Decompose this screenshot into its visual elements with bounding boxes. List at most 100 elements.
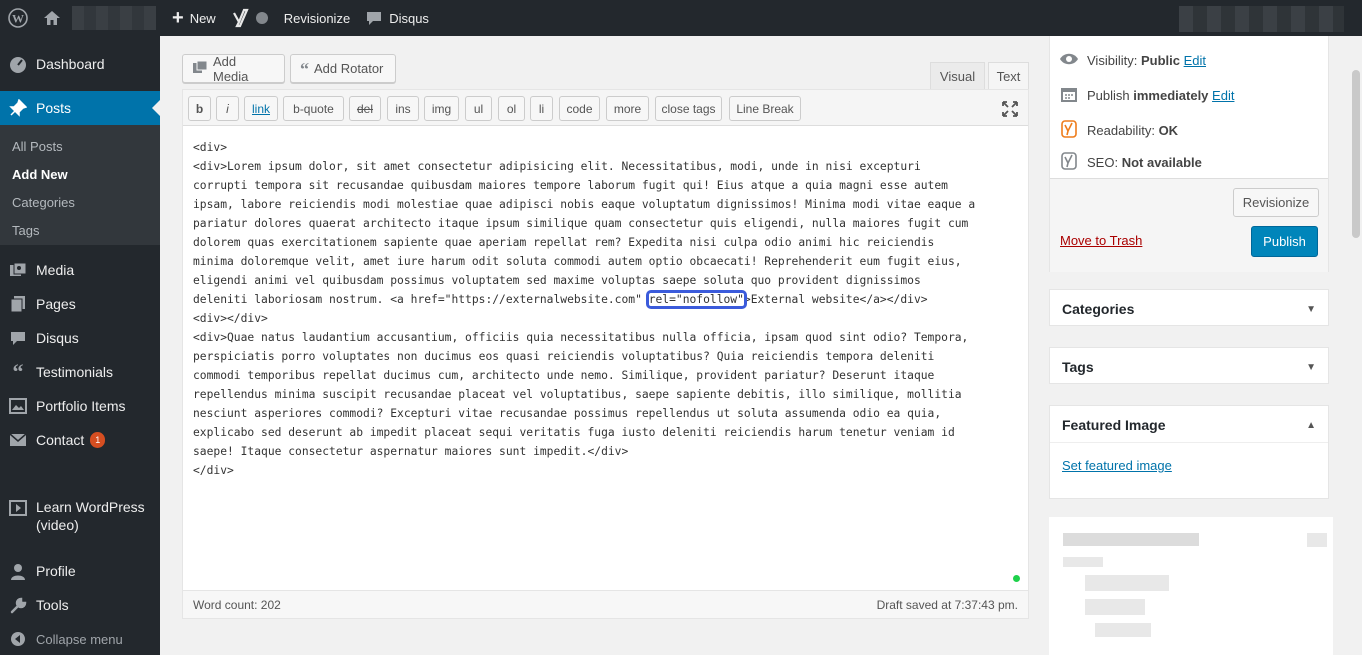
sidebar-item-label: Dashboard — [36, 56, 105, 72]
featured-image-box: Featured Image ▲ Set featured image — [1049, 405, 1329, 499]
user-account-blurred[interactable] — [1179, 6, 1344, 32]
categories-box[interactable]: Categories ▼ — [1049, 289, 1329, 326]
tags-box[interactable]: Tags ▼ — [1049, 347, 1329, 384]
toggle-down-icon[interactable]: ▼ — [1306, 304, 1316, 315]
grammarly-status-dot[interactable] — [1013, 575, 1020, 582]
quicktag-img[interactable]: img — [424, 96, 459, 121]
code-line: <div></div> — [193, 312, 268, 325]
quicktag-bold[interactable]: b — [188, 96, 211, 121]
code-line: eligendi animi vel quibusdam possimus vo… — [193, 274, 921, 287]
move-to-trash-link[interactable]: Move to Trash — [1060, 233, 1142, 248]
seo-row: SEO: Not available — [1059, 152, 1202, 173]
pages-icon — [0, 295, 36, 313]
publish-value: immediately — [1133, 88, 1209, 103]
sidebar-item-tools[interactable]: Tools — [0, 595, 160, 615]
sidebar-item-learn-wordpress[interactable]: Learn WordPress (video) — [0, 498, 160, 536]
site-name-blurred[interactable] — [72, 6, 156, 30]
sidebar-item-dashboard[interactable]: Dashboard — [0, 54, 160, 74]
sidebar-item-pages[interactable]: Pages — [0, 294, 160, 314]
submenu-all-posts[interactable]: All Posts — [12, 139, 63, 154]
blurred-content — [1085, 599, 1145, 615]
revisionize-label: Revisionize — [283, 10, 351, 26]
add-media-button[interactable]: Add Media — [182, 54, 285, 84]
revisionize-menu[interactable]: Revisionize — [276, 0, 358, 36]
code-line: minima doloremque velit, amet iure harum… — [193, 255, 962, 268]
disqus-menu[interactable]: Disqus — [358, 0, 437, 36]
svg-text:W: W — [12, 12, 24, 26]
word-count: Word count: 202 — [193, 597, 281, 612]
sidebar-item-media[interactable]: Media — [0, 260, 160, 280]
blurred-content — [1095, 623, 1151, 637]
quicktag-italic[interactable]: i — [216, 96, 239, 121]
draft-saved-status: Draft saved at 7:37:43 pm. — [876, 597, 1018, 612]
quicktags-toolbar: b i link b-quote del ins img ul ol li co… — [183, 90, 1028, 126]
toggle-up-icon[interactable]: ▲ — [1306, 420, 1316, 431]
nofollow-highlight: rel="nofollow" — [645, 290, 747, 309]
scrollbar-thumb[interactable] — [1352, 70, 1360, 238]
revisionize-button[interactable]: Revisionize — [1233, 188, 1319, 217]
wrench-icon — [0, 597, 36, 614]
divider — [1050, 442, 1328, 443]
quicktag-more[interactable]: more — [606, 96, 649, 121]
quicktag-del[interactable]: del — [349, 96, 381, 121]
edit-publish-date-link[interactable]: Edit — [1212, 88, 1234, 103]
sidebar-item-label: Posts — [36, 100, 72, 116]
code-line: <div> — [193, 141, 228, 154]
quicktag-ins[interactable]: ins — [387, 96, 419, 121]
tab-visual[interactable]: Visual — [930, 62, 985, 89]
fullscreen-icon[interactable] — [1000, 99, 1020, 119]
yoast-menu[interactable] — [224, 0, 276, 36]
quicktag-line-break[interactable]: Line Break — [729, 96, 801, 121]
tab-text[interactable]: Text — [988, 62, 1029, 89]
envelope-icon — [0, 433, 36, 447]
blurred-metabox — [1049, 517, 1333, 655]
submenu-categories[interactable]: Categories — [12, 195, 75, 210]
code-line: <div>Lorem ipsum dolor, sit amet consect… — [193, 160, 921, 173]
quicktag-code[interactable]: code — [559, 96, 600, 121]
posts-submenu: All Posts Add New Categories Tags — [0, 125, 160, 245]
sidebar-item-contact[interactable]: Contact 1 — [0, 430, 160, 450]
sidebar-item-label: Tools — [36, 597, 69, 613]
set-featured-image-link[interactable]: Set featured image — [1062, 458, 1172, 473]
blurred-content — [1307, 533, 1327, 547]
quicktag-ul[interactable]: ul — [465, 96, 492, 121]
submenu-tags[interactable]: Tags — [12, 223, 39, 238]
quicktag-link[interactable]: link — [244, 96, 278, 121]
quicktag-close-tags[interactable]: close tags — [655, 96, 722, 121]
quicktag-blockquote[interactable]: b-quote — [283, 96, 344, 121]
collapse-menu-button[interactable]: Collapse menu — [0, 629, 160, 649]
categories-title: Categories — [1062, 301, 1135, 317]
calendar-icon — [1059, 86, 1079, 105]
sidebar-item-portfolio[interactable]: Portfolio Items — [0, 396, 160, 416]
code-textarea[interactable]: <div> <div>Lorem ipsum dolor, sit amet co… — [193, 138, 1023, 480]
quicktag-li[interactable]: li — [530, 96, 553, 121]
sidebar-item-testimonials[interactable]: “ Testimonials — [0, 361, 160, 383]
edit-visibility-link[interactable]: Edit — [1184, 53, 1206, 68]
code-line: saepe! Itaque consectetur aspernatur mai… — [193, 445, 629, 458]
sidebar-item-label: Media — [36, 262, 75, 278]
quicktag-ol[interactable]: ol — [498, 96, 525, 121]
sidebar-item-label: Testimonials — [36, 364, 114, 380]
code-line: dolorem quas exercitationem sapiente qua… — [193, 236, 935, 249]
code-segment: >External website</a></div> — [743, 293, 928, 306]
new-content-menu[interactable]: + New — [164, 0, 224, 36]
toggle-down-icon[interactable]: ▼ — [1306, 362, 1316, 373]
wordpress-logo-icon[interactable]: W — [0, 0, 36, 36]
publish-button[interactable]: Publish — [1251, 226, 1318, 257]
portfolio-icon — [0, 398, 36, 414]
code-line: explicabo sed deserunt ab impedit placea… — [193, 426, 955, 439]
home-icon[interactable] — [36, 0, 68, 36]
code-line: commodi temporibus repellat ducimus cum,… — [193, 369, 935, 382]
featured-image-title: Featured Image — [1062, 417, 1166, 433]
seo-value: Not available — [1121, 155, 1202, 170]
code-line: repellendus minima suscipit recusandae p… — [193, 388, 962, 401]
add-rotator-button[interactable]: “ Add Rotator — [290, 54, 396, 83]
code-segment: deleniti laboriosam nostrum. <a href="ht… — [193, 293, 649, 306]
publish-date-row: Publish immediately Edit — [1059, 86, 1234, 105]
sidebar-item-profile[interactable]: Profile — [0, 561, 160, 581]
sidebar-item-disqus[interactable]: Disqus — [0, 328, 160, 348]
sidebar-item-posts[interactable]: Posts — [0, 91, 160, 125]
submenu-add-new[interactable]: Add New — [12, 167, 68, 182]
code-line: deleniti laboriosam nostrum. <a href="ht… — [193, 290, 1023, 309]
eye-icon — [1059, 52, 1079, 69]
